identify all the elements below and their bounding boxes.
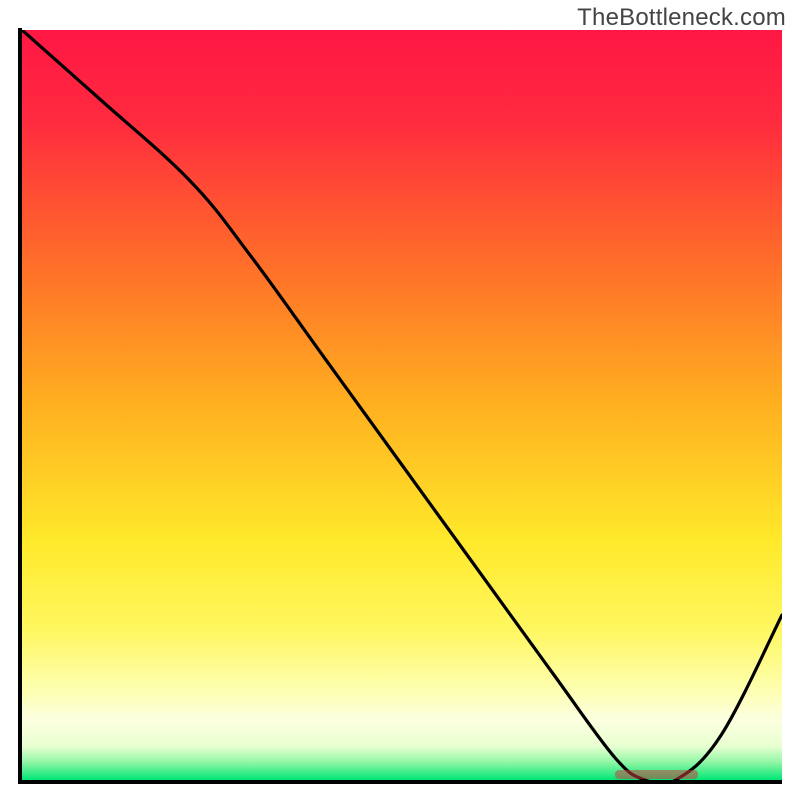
watermark-text: TheBottleneck.com	[577, 4, 786, 32]
y-axis-line	[18, 28, 22, 784]
min-plateau-marker	[615, 770, 699, 779]
line-curve	[22, 30, 782, 780]
chart-stage: TheBottleneck.com	[0, 0, 800, 800]
x-axis-line	[18, 780, 782, 784]
plot-area	[22, 30, 782, 780]
